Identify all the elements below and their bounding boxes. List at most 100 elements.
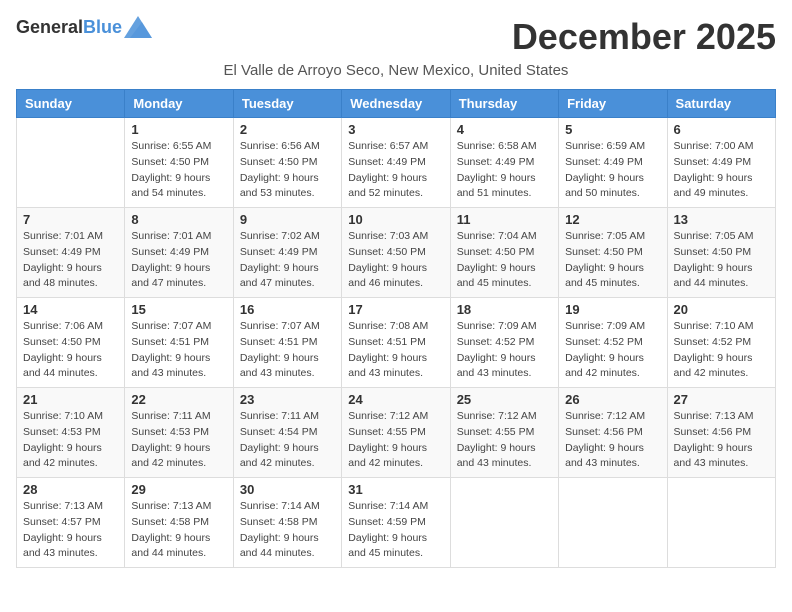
day-number: 14 <box>23 302 118 317</box>
day-info: Sunrise: 7:12 AMSunset: 4:55 PMDaylight:… <box>348 409 443 472</box>
day-number: 2 <box>240 122 335 137</box>
calendar-table: SundayMondayTuesdayWednesdayThursdayFrid… <box>16 89 776 568</box>
day-number: 25 <box>457 392 552 407</box>
day-info: Sunrise: 7:05 AMSunset: 4:50 PMDaylight:… <box>674 229 769 292</box>
calendar-cell: 7 Sunrise: 7:01 AMSunset: 4:49 PMDaylight… <box>17 208 125 298</box>
day-info: Sunrise: 7:10 AMSunset: 4:53 PMDaylight:… <box>23 409 118 472</box>
logo: GeneralBlue <box>16 16 152 38</box>
day-number: 5 <box>565 122 660 137</box>
calendar-cell <box>17 118 125 208</box>
day-info: Sunrise: 7:09 AMSunset: 4:52 PMDaylight:… <box>565 319 660 382</box>
day-info: Sunrise: 7:13 AMSunset: 4:57 PMDaylight:… <box>23 499 118 562</box>
calendar-cell: 15Sunrise: 7:07 AMSunset: 4:51 PMDayligh… <box>125 298 233 388</box>
day-info: Sunrise: 6:58 AMSunset: 4:49 PMDaylight:… <box>457 139 552 202</box>
logo-icon <box>124 16 152 38</box>
day-number: 8 <box>131 212 226 227</box>
calendar-day-header: Tuesday <box>233 90 341 118</box>
calendar-cell: 31 Sunrise: 7:14 AMSunset: 4:59 PMDayligh… <box>342 478 450 568</box>
calendar-cell: 12 Sunrise: 7:05 AMSunset: 4:50 PMDayligh… <box>559 208 667 298</box>
day-number: 23 <box>240 392 335 407</box>
day-info: Sunrise: 7:11 AMSunset: 4:54 PMDaylight:… <box>240 409 335 472</box>
day-info: Sunrise: 7:01 AMSunset: 4:49 PMDaylight:… <box>23 229 118 292</box>
day-info: Sunrise: 7:00 AMSunset: 4:49 PMDaylight:… <box>674 139 769 202</box>
calendar-cell: 1 Sunrise: 6:55 AMSunset: 4:50 PMDaylight… <box>125 118 233 208</box>
day-info: Sunrise: 7:14 AMSunset: 4:59 PMDaylight:… <box>348 499 443 562</box>
calendar-cell: 9 Sunrise: 7:02 AMSunset: 4:49 PMDaylight… <box>233 208 341 298</box>
calendar-cell: 3 Sunrise: 6:57 AMSunset: 4:49 PMDaylight… <box>342 118 450 208</box>
calendar-cell: 11 Sunrise: 7:04 AMSunset: 4:50 PMDayligh… <box>450 208 558 298</box>
day-number: 13 <box>674 212 769 227</box>
day-info: Sunrise: 7:04 AMSunset: 4:50 PMDaylight:… <box>457 229 552 292</box>
calendar-cell: 2Sunrise: 6:56 AMSunset: 4:50 PMDaylight… <box>233 118 341 208</box>
calendar-cell: 22 Sunrise: 7:11 AMSunset: 4:53 PMDayligh… <box>125 388 233 478</box>
day-info: Sunrise: 7:12 AMSunset: 4:56 PMDaylight:… <box>565 409 660 472</box>
calendar-week-row: 14Sunrise: 7:06 AMSunset: 4:50 PMDayligh… <box>17 298 776 388</box>
day-number: 21 <box>23 392 118 407</box>
day-info: Sunrise: 7:08 AMSunset: 4:51 PMDaylight:… <box>348 319 443 382</box>
calendar-cell: 19 Sunrise: 7:09 AMSunset: 4:52 PMDayligh… <box>559 298 667 388</box>
day-number: 6 <box>674 122 769 137</box>
calendar-cell: 4 Sunrise: 6:58 AMSunset: 4:49 PMDaylight… <box>450 118 558 208</box>
day-info: Sunrise: 7:03 AMSunset: 4:50 PMDaylight:… <box>348 229 443 292</box>
calendar-day-header: Wednesday <box>342 90 450 118</box>
calendar-cell: 17 Sunrise: 7:08 AMSunset: 4:51 PMDayligh… <box>342 298 450 388</box>
day-number: 19 <box>565 302 660 317</box>
calendar-cell: 23 Sunrise: 7:11 AMSunset: 4:54 PMDayligh… <box>233 388 341 478</box>
month-title: December 2025 <box>512 16 776 58</box>
day-number: 17 <box>348 302 443 317</box>
calendar-cell: 21 Sunrise: 7:10 AMSunset: 4:53 PMDayligh… <box>17 388 125 478</box>
day-number: 16 <box>240 302 335 317</box>
day-number: 31 <box>348 482 443 497</box>
calendar-week-row: 1 Sunrise: 6:55 AMSunset: 4:50 PMDaylight… <box>17 118 776 208</box>
calendar-cell: 29Sunrise: 7:13 AMSunset: 4:58 PMDayligh… <box>125 478 233 568</box>
day-info: Sunrise: 7:13 AMSunset: 4:56 PMDaylight:… <box>674 409 769 472</box>
calendar-week-row: 21 Sunrise: 7:10 AMSunset: 4:53 PMDayligh… <box>17 388 776 478</box>
day-number: 4 <box>457 122 552 137</box>
day-info: Sunrise: 7:12 AMSunset: 4:55 PMDaylight:… <box>457 409 552 472</box>
calendar-week-row: 28Sunrise: 7:13 AMSunset: 4:57 PMDayligh… <box>17 478 776 568</box>
calendar-day-header: Monday <box>125 90 233 118</box>
calendar-cell: 28Sunrise: 7:13 AMSunset: 4:57 PMDayligh… <box>17 478 125 568</box>
day-number: 12 <box>565 212 660 227</box>
day-info: Sunrise: 7:07 AMSunset: 4:51 PMDaylight:… <box>240 319 335 382</box>
day-number: 11 <box>457 212 552 227</box>
calendar-cell: 16 Sunrise: 7:07 AMSunset: 4:51 PMDayligh… <box>233 298 341 388</box>
page-header: GeneralBlue December 2025 <box>16 16 776 58</box>
day-info: Sunrise: 7:11 AMSunset: 4:53 PMDaylight:… <box>131 409 226 472</box>
day-info: Sunrise: 7:02 AMSunset: 4:49 PMDaylight:… <box>240 229 335 292</box>
calendar-cell: 8 Sunrise: 7:01 AMSunset: 4:49 PMDaylight… <box>125 208 233 298</box>
day-info: Sunrise: 7:01 AMSunset: 4:49 PMDaylight:… <box>131 229 226 292</box>
day-number: 1 <box>131 122 226 137</box>
day-number: 20 <box>674 302 769 317</box>
day-number: 3 <box>348 122 443 137</box>
day-number: 30 <box>240 482 335 497</box>
calendar-cell <box>667 478 775 568</box>
day-info: Sunrise: 6:57 AMSunset: 4:49 PMDaylight:… <box>348 139 443 202</box>
calendar-cell: 10Sunrise: 7:03 AMSunset: 4:50 PMDayligh… <box>342 208 450 298</box>
title-section: December 2025 <box>512 16 776 58</box>
day-info: Sunrise: 6:59 AMSunset: 4:49 PMDaylight:… <box>565 139 660 202</box>
day-number: 9 <box>240 212 335 227</box>
day-number: 27 <box>674 392 769 407</box>
calendar-day-header: Saturday <box>667 90 775 118</box>
day-number: 22 <box>131 392 226 407</box>
calendar-day-header: Sunday <box>17 90 125 118</box>
logo-general: GeneralBlue <box>16 17 122 38</box>
calendar-cell: 13 Sunrise: 7:05 AMSunset: 4:50 PMDayligh… <box>667 208 775 298</box>
day-info: Sunrise: 6:55 AMSunset: 4:50 PMDaylight:… <box>131 139 226 202</box>
calendar-cell: 26Sunrise: 7:12 AMSunset: 4:56 PMDayligh… <box>559 388 667 478</box>
day-number: 18 <box>457 302 552 317</box>
day-number: 29 <box>131 482 226 497</box>
calendar-cell: 20 Sunrise: 7:10 AMSunset: 4:52 PMDayligh… <box>667 298 775 388</box>
calendar-cell: 14Sunrise: 7:06 AMSunset: 4:50 PMDayligh… <box>17 298 125 388</box>
calendar-cell: 6 Sunrise: 7:00 AMSunset: 4:49 PMDaylight… <box>667 118 775 208</box>
day-number: 7 <box>23 212 118 227</box>
calendar-cell <box>450 478 558 568</box>
calendar-day-header: Thursday <box>450 90 558 118</box>
day-info: Sunrise: 7:05 AMSunset: 4:50 PMDaylight:… <box>565 229 660 292</box>
calendar-header-row: SundayMondayTuesdayWednesdayThursdayFrid… <box>17 90 776 118</box>
calendar-cell: 25 Sunrise: 7:12 AMSunset: 4:55 PMDayligh… <box>450 388 558 478</box>
day-info: Sunrise: 7:10 AMSunset: 4:52 PMDaylight:… <box>674 319 769 382</box>
calendar-cell: 5 Sunrise: 6:59 AMSunset: 4:49 PMDaylight… <box>559 118 667 208</box>
calendar-cell: 30Sunrise: 7:14 AMSunset: 4:58 PMDayligh… <box>233 478 341 568</box>
